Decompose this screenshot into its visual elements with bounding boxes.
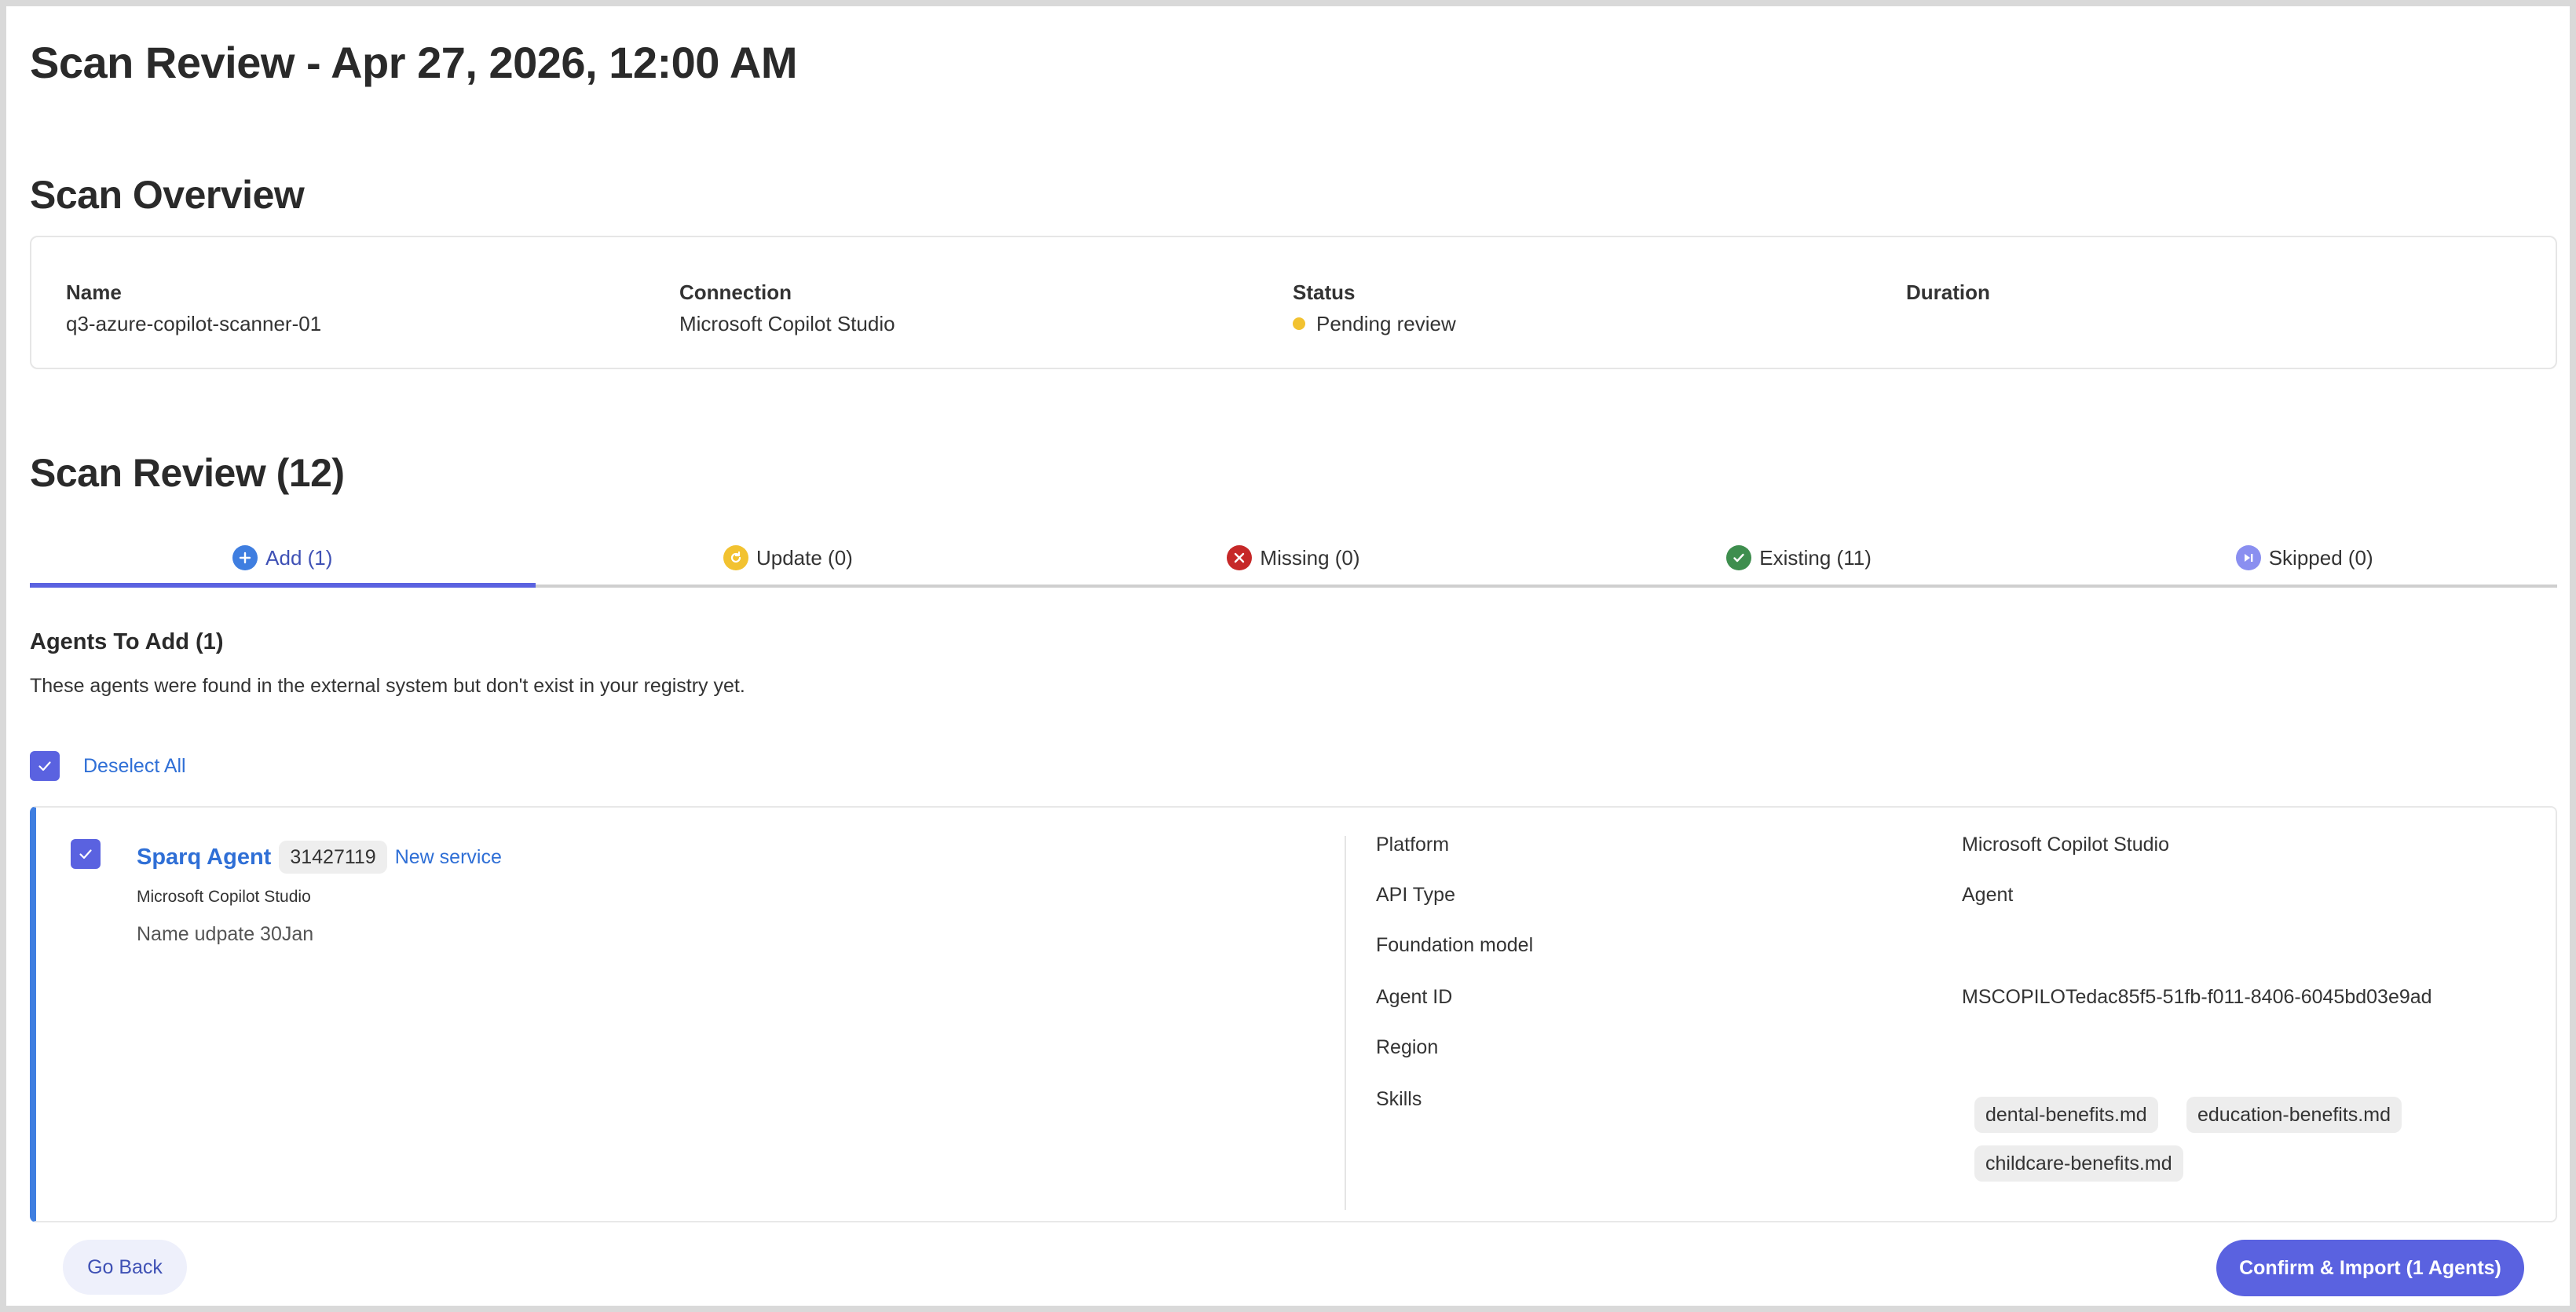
overview-label: Connection: [679, 280, 792, 304]
tab-update[interactable]: Update (0): [536, 528, 1041, 588]
detail-label-skills: Skills: [1376, 1088, 1422, 1110]
agent-header: Sparq Agent 31427119 New service: [137, 841, 502, 874]
page-title: Scan Review - Apr 27, 2026, 12:00 AM: [30, 38, 797, 87]
overview-field-name: Name q3-azure-copilot-scanner-01: [66, 280, 321, 336]
active-tab-indicator: [30, 583, 536, 588]
scan-review-page: Scan Review - Apr 27, 2026, 12:00 AM Sca…: [6, 6, 2570, 1306]
check-circle-icon: [1726, 545, 1752, 570]
overview-label: Duration: [1906, 280, 1990, 304]
overview-label: Status: [1293, 280, 1356, 304]
overview-title: Scan Overview: [30, 173, 305, 217]
tab-existing[interactable]: Existing (11): [1546, 528, 2052, 588]
detail-label-agent-id: Agent ID: [1376, 986, 1453, 1008]
review-title: Scan Review (12): [30, 451, 345, 495]
refresh-circle-icon: [723, 545, 748, 570]
agent-select-checkbox[interactable]: [71, 839, 101, 869]
detail-label-api-type: API Type: [1376, 884, 1455, 906]
status-dot-icon: [1293, 317, 1305, 330]
plus-circle-icon: [232, 545, 258, 570]
overview-value: q3-azure-copilot-scanner-01: [66, 312, 322, 335]
overview-card: Name q3-azure-copilot-scanner-01 Connect…: [30, 236, 2557, 369]
overview-field-duration: Duration: [1906, 280, 1990, 311]
skill-chip: childcare-benefits.md: [1974, 1145, 2183, 1182]
skill-chip: dental-benefits.md: [1974, 1097, 2158, 1133]
card-divider: [1345, 836, 1346, 1210]
agent-card: Sparq Agent 31427119 New service Microso…: [30, 806, 2557, 1222]
tab-skipped[interactable]: Skipped (0): [2051, 528, 2557, 588]
tab-label: Existing (11): [1759, 546, 1872, 570]
skip-circle-icon: [2235, 545, 2261, 570]
x-circle-icon: [1227, 545, 1253, 570]
detail-value-api-type: Agent: [1962, 884, 2014, 906]
review-tabs: Add (1) Update (0) Missing (0) Existing …: [30, 528, 2557, 588]
agent-id-badge: 31427119: [279, 841, 387, 874]
tab-label: Update (0): [756, 546, 853, 570]
detail-value-agent-id: MSCOPILOTedac85f5-51fb-f011-8406-6045bd0…: [1962, 986, 2432, 1008]
overview-field-connection: Connection Microsoft Copilot Studio: [679, 280, 895, 336]
agent-name-link[interactable]: Sparq Agent: [137, 841, 271, 873]
select-all-checkbox[interactable]: [30, 751, 60, 781]
agent-description: Name udpate 30Jan: [137, 923, 314, 945]
tab-label: Add (1): [265, 546, 333, 570]
check-icon: [38, 761, 51, 771]
overview-value: Microsoft Copilot Studio: [679, 312, 895, 335]
confirm-import-button[interactable]: Confirm & Import (1 Agents): [2216, 1240, 2524, 1296]
status-value: Pending review: [1293, 311, 1456, 336]
tab-label: Missing (0): [1260, 546, 1360, 570]
detail-label-region: Region: [1376, 1036, 1439, 1058]
agents-to-add-description: These agents were found in the external …: [30, 675, 745, 697]
go-back-button[interactable]: Go Back: [63, 1240, 187, 1295]
skill-chip: education-benefits.md: [2186, 1097, 2402, 1133]
agents-to-add-heading: Agents To Add (1): [30, 629, 224, 654]
deselect-all-link[interactable]: Deselect All: [83, 753, 186, 779]
select-all-row: Deselect All: [30, 751, 186, 781]
tab-label: Skipped (0): [2268, 546, 2373, 570]
status-text: Pending review: [1316, 312, 1456, 335]
new-service-tag: New service: [394, 846, 502, 868]
detail-value-platform: Microsoft Copilot Studio: [1962, 834, 2170, 856]
tab-missing[interactable]: Missing (0): [1041, 528, 1546, 588]
check-icon: [79, 849, 92, 859]
overview-label: Name: [66, 280, 122, 304]
agent-platform: Microsoft Copilot Studio: [137, 888, 311, 906]
detail-label-platform: Platform: [1376, 834, 1450, 856]
tab-add[interactable]: Add (1): [30, 528, 536, 588]
overview-field-status: Status Pending review: [1293, 280, 1456, 336]
detail-label-foundation-model: Foundation model: [1376, 934, 1534, 956]
